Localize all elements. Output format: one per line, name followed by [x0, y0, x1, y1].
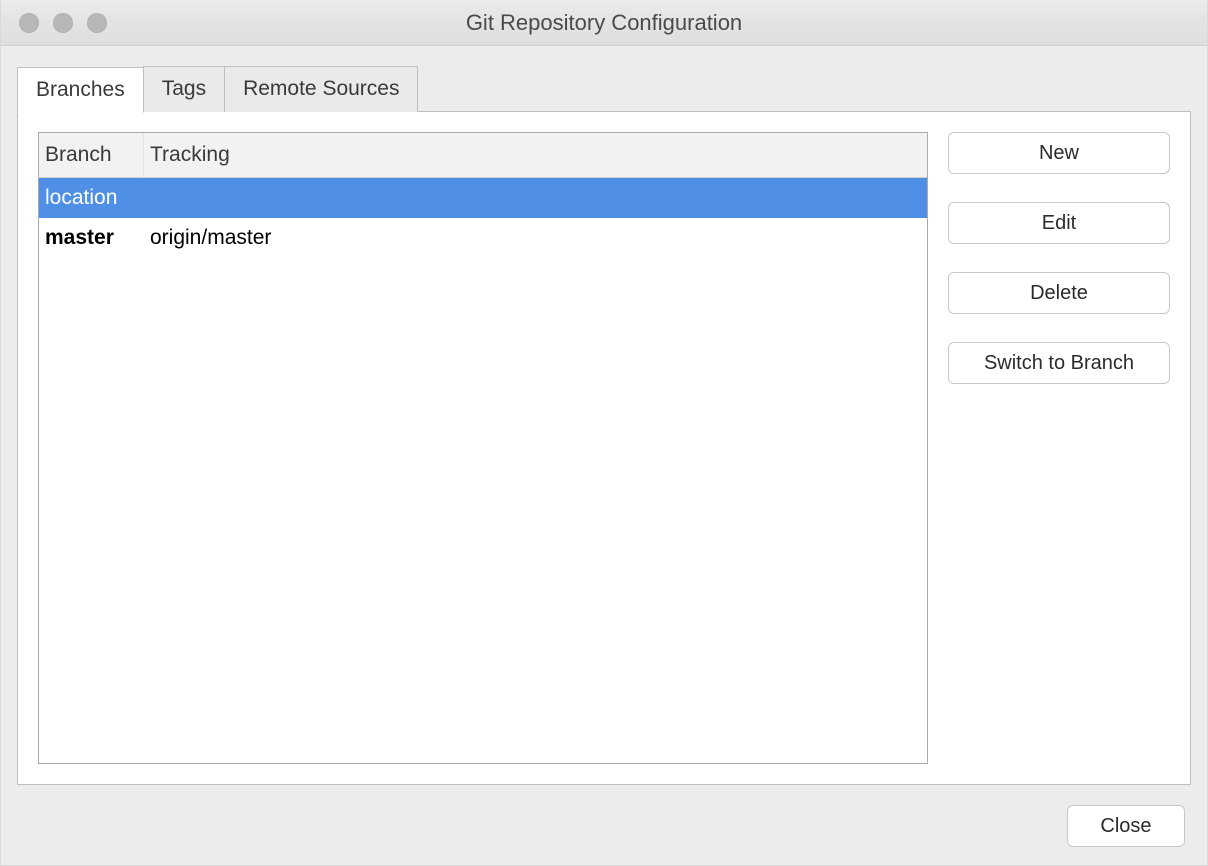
window-title: Git Repository Configuration: [1, 10, 1207, 36]
column-header-tracking[interactable]: Tracking: [144, 133, 927, 177]
dialog-window: Git Repository Configuration Branches Ta…: [0, 0, 1208, 866]
tab-tags[interactable]: Tags: [143, 66, 225, 112]
tab-bar: Branches Tags Remote Sources: [17, 66, 1191, 112]
titlebar: Git Repository Configuration: [1, 0, 1207, 46]
cell-tracking: origin/master: [144, 218, 927, 258]
dialog-footer: Close: [1, 795, 1207, 865]
window-controls: [1, 13, 107, 33]
new-button[interactable]: New: [948, 132, 1170, 174]
table-row[interactable]: location: [39, 178, 927, 218]
close-window-icon[interactable]: [19, 13, 39, 33]
column-header-branch[interactable]: Branch: [39, 133, 144, 177]
cell-branch: location: [39, 178, 144, 218]
delete-button[interactable]: Delete: [948, 272, 1170, 314]
branches-table: Branch Tracking location master origin/m…: [38, 132, 928, 764]
switch-to-branch-button[interactable]: Switch to Branch: [948, 342, 1170, 384]
tab-remote-sources[interactable]: Remote Sources: [224, 66, 418, 112]
table-body: location master origin/master: [39, 178, 927, 763]
cell-tracking: [144, 178, 927, 218]
side-actions: New Edit Delete Switch to Branch: [948, 132, 1170, 764]
content-area: Branches Tags Remote Sources Branch Trac…: [1, 46, 1207, 795]
zoom-window-icon[interactable]: [87, 13, 107, 33]
tab-branches[interactable]: Branches: [17, 67, 144, 113]
table-header: Branch Tracking: [39, 133, 927, 178]
close-button[interactable]: Close: [1067, 805, 1185, 847]
table-row[interactable]: master origin/master: [39, 218, 927, 258]
cell-branch: master: [39, 218, 144, 258]
tab-container: Branches Tags Remote Sources Branch Trac…: [17, 66, 1191, 785]
minimize-window-icon[interactable]: [53, 13, 73, 33]
tab-panel-branches: Branch Tracking location master origin/m…: [17, 111, 1191, 785]
edit-button[interactable]: Edit: [948, 202, 1170, 244]
